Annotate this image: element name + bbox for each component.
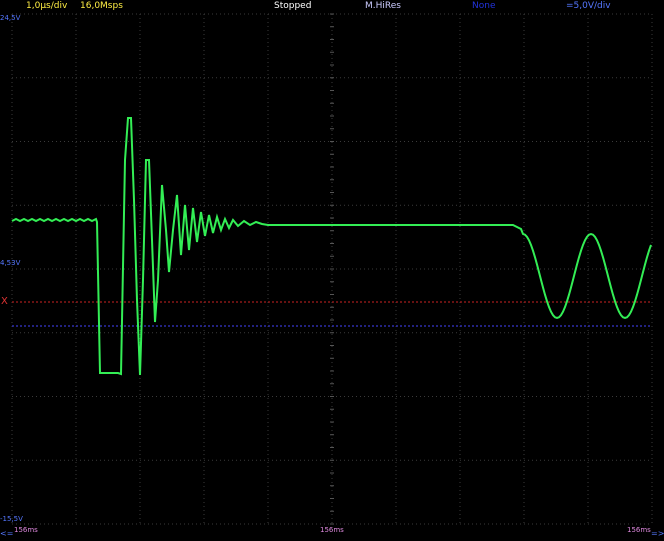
time-mid-label: 156ms <box>320 526 344 534</box>
bottom-time-bar: <= 156ms 156ms 156ms => <box>0 526 664 541</box>
scroll-right-arrow[interactable]: => <box>651 530 664 538</box>
scroll-left-arrow[interactable]: <= <box>0 530 13 538</box>
time-left-label: 156ms <box>14 526 38 534</box>
cursor-x-marker[interactable]: X <box>1 296 8 307</box>
scope-display[interactable] <box>0 0 664 541</box>
time-right-label: 156ms <box>627 526 651 534</box>
graticule <box>11 13 653 525</box>
mid-voltage-label: 4,53V <box>0 259 21 267</box>
top-voltage-label: 24,5V <box>0 14 21 22</box>
bottom-voltage-label: -15,5V <box>0 515 23 523</box>
